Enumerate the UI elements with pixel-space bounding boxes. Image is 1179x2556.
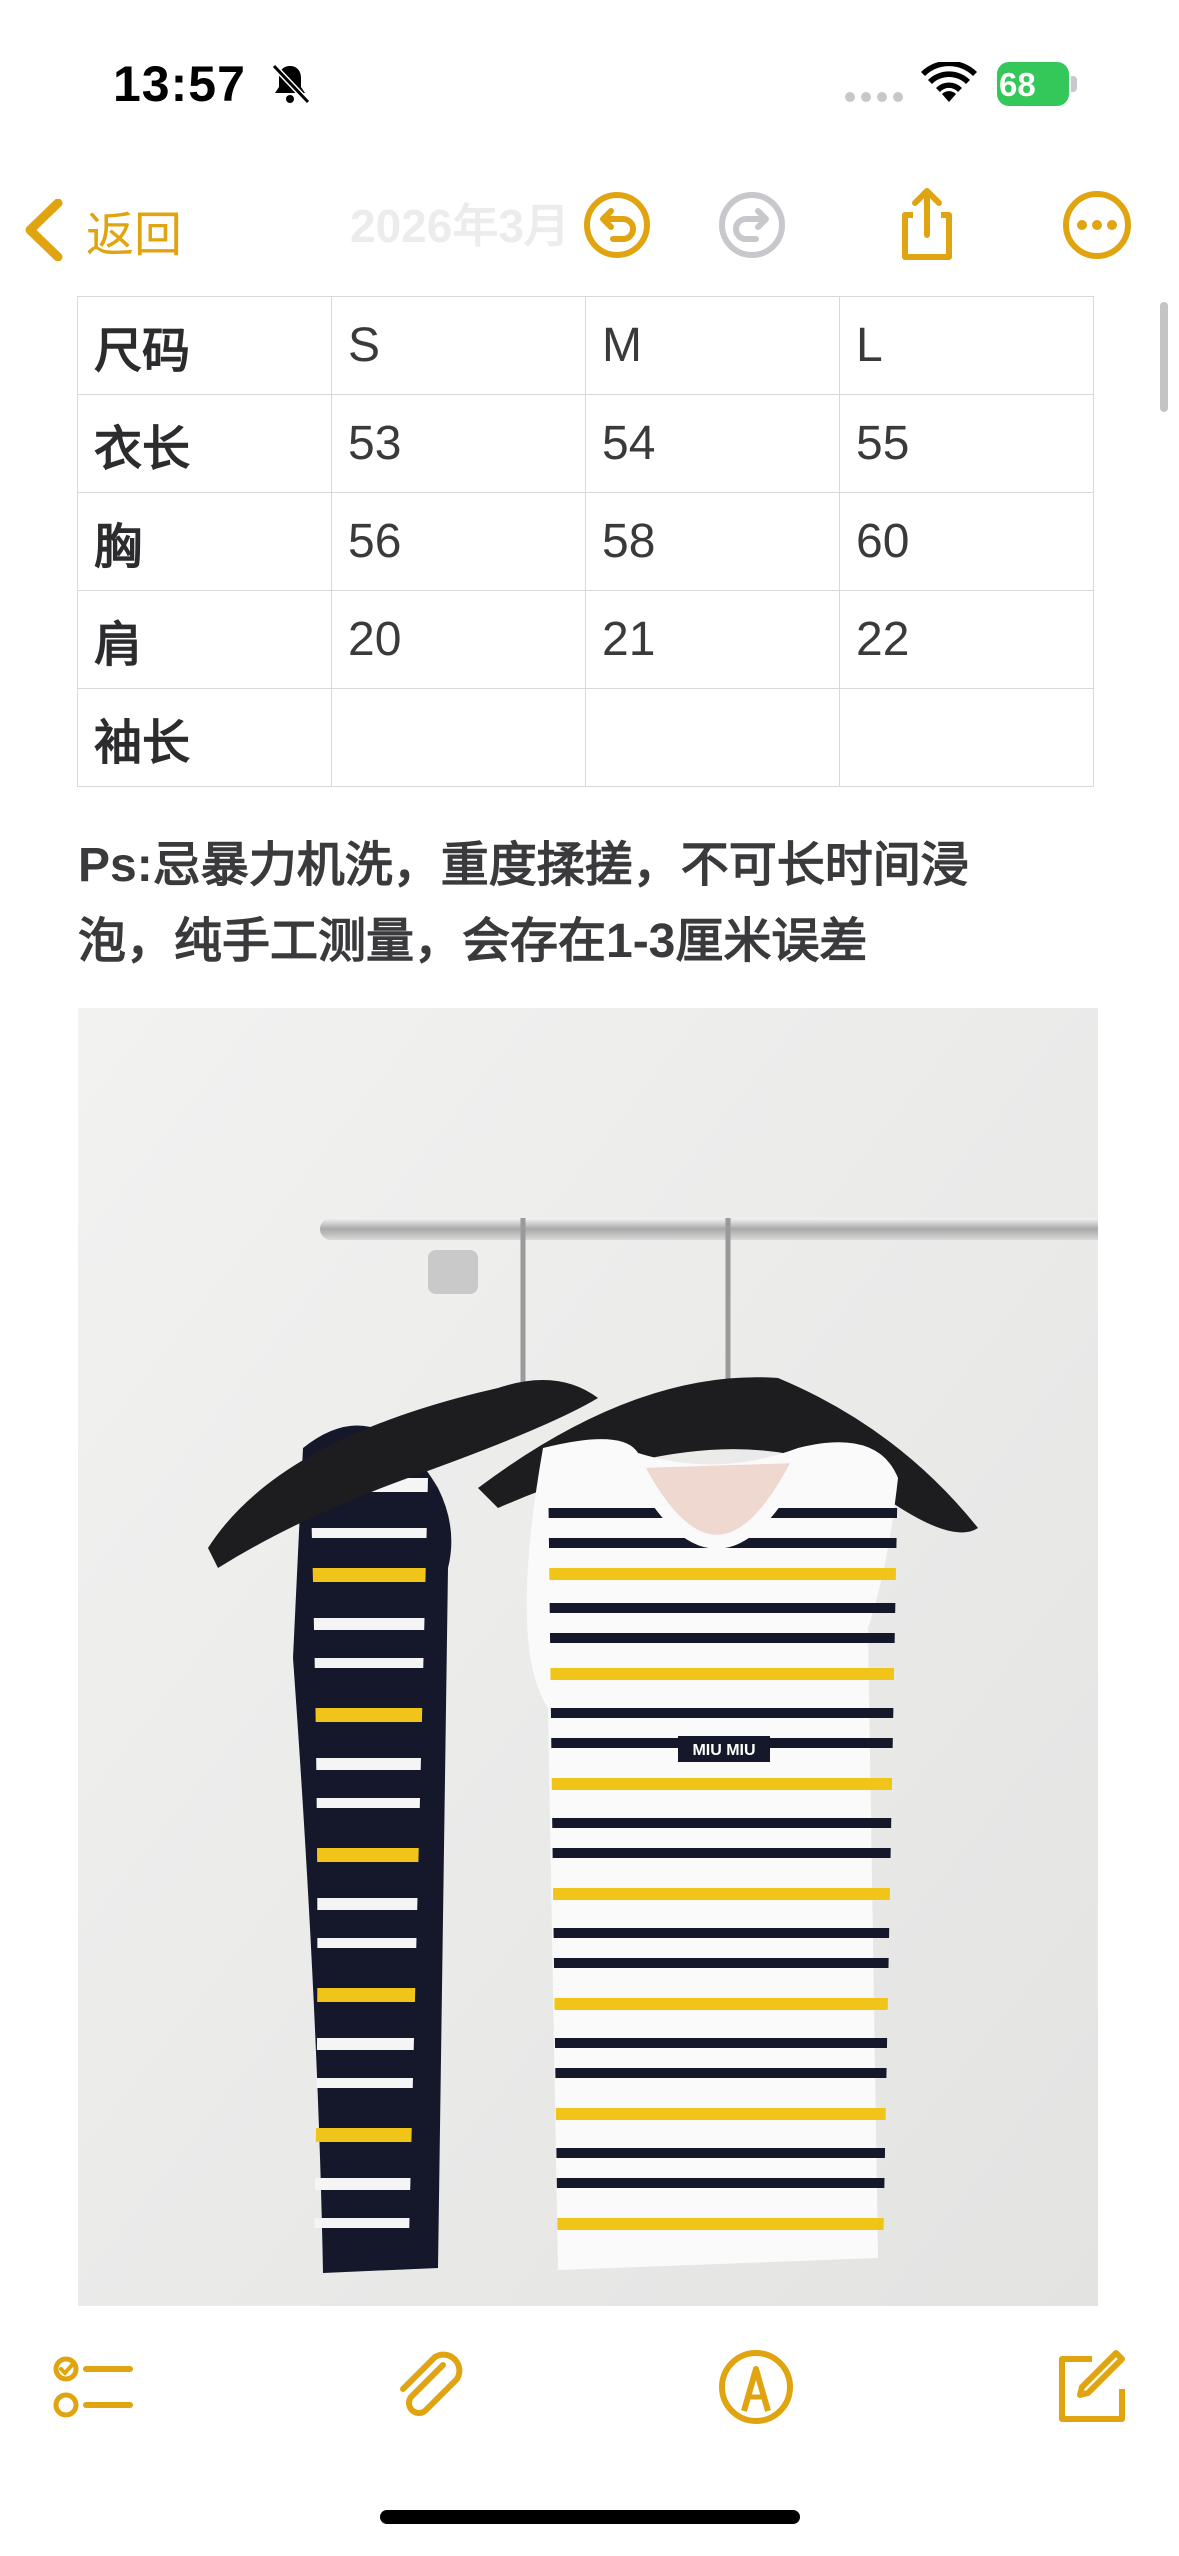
share-icon	[902, 188, 952, 260]
table-cell: 袖长	[77, 688, 332, 787]
table-cell: 60	[839, 492, 1094, 591]
care-note: Ps:忌暴力机洗，重度揉搓，不可长时间浸 泡，纯手工测量，会存在1-3厘米误差	[78, 828, 1078, 980]
table-cell: 56	[331, 492, 586, 591]
hanging-rod	[320, 1218, 1098, 1240]
scrollbar[interactable]	[1160, 302, 1168, 412]
markup-pen-icon	[719, 2350, 793, 2424]
table-cell: 胸	[77, 492, 332, 591]
table-cell: M	[585, 296, 840, 395]
undo-icon	[584, 192, 650, 258]
table-cell: 54	[585, 394, 840, 493]
faded-title: 2026年3月	[350, 200, 570, 252]
wifi-icon	[920, 60, 978, 106]
table-row: 衣长 53 54 55	[77, 394, 1094, 493]
more-icon	[1063, 191, 1131, 259]
checklist-icon	[53, 2356, 133, 2418]
chevron-left-icon	[25, 199, 63, 261]
nav-bar: 返回 2026年3月	[0, 170, 1179, 290]
compose-icon	[1059, 2350, 1125, 2422]
bell-slash-icon	[268, 62, 312, 106]
checklist-button[interactable]	[50, 2345, 134, 2429]
table-cell: 22	[839, 590, 1094, 689]
undo-button[interactable]	[577, 185, 657, 265]
table-cell: 肩	[77, 590, 332, 689]
redo-icon	[719, 192, 785, 258]
care-note-line: 泡，纯手工测量，会存在1-3厘米误差	[78, 915, 868, 968]
battery-icon: 68	[997, 62, 1079, 106]
table-cell: 衣长	[77, 394, 332, 493]
care-note-line: Ps:忌暴力机洗，重度揉搓，不可长时间浸	[78, 839, 969, 892]
table-cell: 20	[331, 590, 586, 689]
back-label: 返回	[86, 209, 183, 262]
table-cell: 53	[331, 394, 586, 493]
table-cell: S	[331, 296, 586, 395]
table-row: 胸 56 58 60	[77, 492, 1094, 591]
paperclip-icon	[400, 2351, 463, 2416]
more-button[interactable]	[1057, 185, 1137, 265]
rod-bracket	[428, 1250, 478, 1294]
table-cell: 21	[585, 590, 840, 689]
table-cell	[331, 688, 586, 787]
brand-label-text: MIU MIU	[692, 1742, 755, 1759]
photo-drawing: MIU MIU	[78, 1008, 1098, 2306]
compose-button[interactable]	[1048, 2345, 1132, 2429]
back-button[interactable]: 返回	[22, 194, 182, 266]
table-cell: L	[839, 296, 1094, 395]
table-cell: 尺码	[77, 296, 332, 395]
table-cell	[839, 688, 1094, 787]
table-row: 袖长	[77, 688, 1094, 787]
redo-button[interactable]	[712, 185, 792, 265]
table-row: 肩 20 21 22	[77, 590, 1094, 689]
home-indicator[interactable]	[380, 2510, 800, 2524]
bottom-toolbar	[0, 2310, 1179, 2556]
cell-signal-icon	[845, 92, 905, 102]
status-bar: 13:57 68	[0, 0, 1179, 170]
size-table: 尺码 S M L 衣长 53 54 55 胸 56 58 60 肩 20 21 …	[77, 296, 1094, 787]
attachment-button[interactable]	[385, 2345, 469, 2429]
table-cell: 55	[839, 394, 1094, 493]
table-cell: 58	[585, 492, 840, 591]
white-tank: MIU MIU	[526, 1439, 898, 2270]
table-row: 尺码 S M L	[77, 296, 1094, 395]
battery-level: 68	[999, 66, 1036, 103]
status-time: 13:57	[113, 56, 246, 112]
product-photo[interactable]: MIU MIU	[78, 1008, 1098, 2306]
table-cell	[585, 688, 840, 787]
share-button[interactable]	[887, 185, 967, 265]
markup-button[interactable]	[714, 2345, 798, 2429]
